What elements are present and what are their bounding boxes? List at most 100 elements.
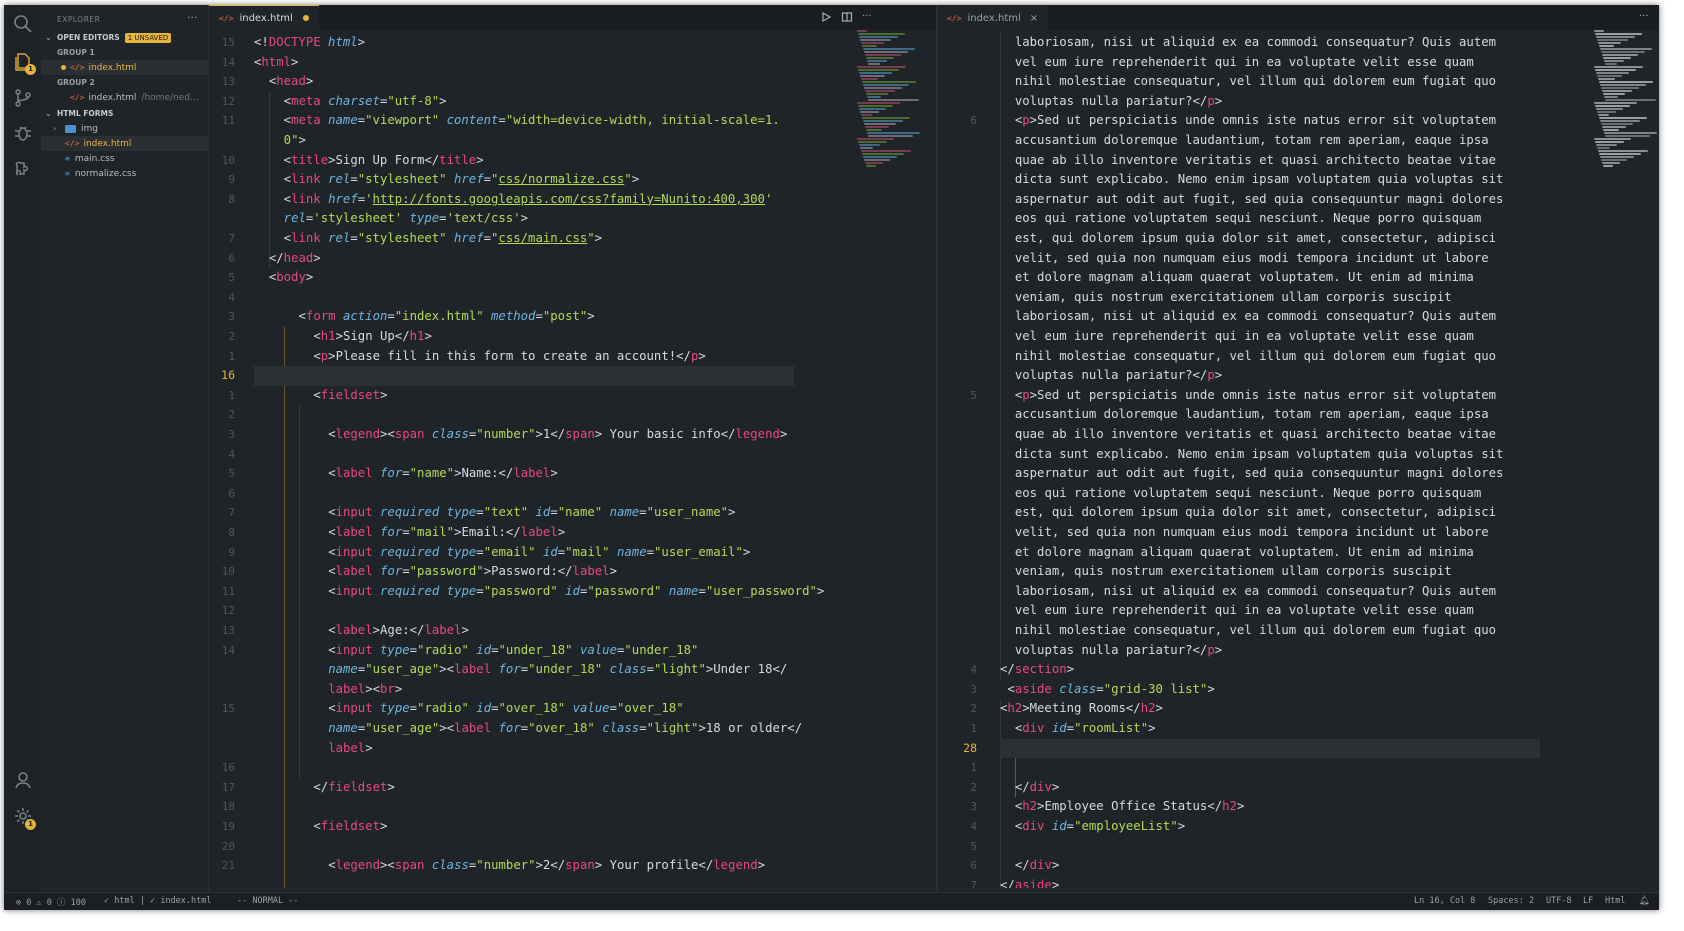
code-token: div xyxy=(1029,858,1052,873)
account-icon[interactable] xyxy=(12,769,34,791)
explorer-title: EXPLORER xyxy=(57,15,101,24)
end-of-line[interactable]: LF xyxy=(1583,896,1593,906)
code-token: > xyxy=(816,583,825,598)
code-text: est, qui dolorem ipsum quia dolor sit am… xyxy=(1015,503,1496,523)
code-text: aspernatur aut odit aut fugit, sed quia … xyxy=(1015,464,1504,484)
code-token: </ xyxy=(313,779,329,794)
code-line: 2 <h1>Sign Up</h1> xyxy=(209,327,936,347)
encoding[interactable]: UTF-8 xyxy=(1546,896,1572,906)
code-token: > xyxy=(1148,721,1156,735)
line-number: 19 xyxy=(221,820,235,833)
code-text: veniam, quis nostrum exercitationem ulla… xyxy=(1015,562,1452,582)
code-token: velit, sed quia non numquam eius modi te… xyxy=(1014,250,1489,265)
code-token: = xyxy=(402,525,410,539)
language-mode[interactable]: Html xyxy=(1605,896,1625,906)
more-actions-icon[interactable]: ··· xyxy=(862,11,872,26)
search-icon[interactable] xyxy=(12,13,34,35)
tab-index-html-left[interactable]: </> index.html xyxy=(209,5,319,30)
code-token: h1 xyxy=(320,329,336,343)
explorer-files-icon[interactable]: 1 xyxy=(12,50,36,75)
code-text: nihil molestiae consequatur, vel illum q… xyxy=(1015,72,1496,92)
code-token: = xyxy=(491,642,499,657)
code-token: class xyxy=(431,427,469,441)
code-token: span xyxy=(565,427,595,441)
code-token: < xyxy=(328,544,336,559)
code-line: name="user_age"><label for="over_18" cla… xyxy=(209,719,936,739)
explorer-more-icon[interactable]: ··· xyxy=(187,11,198,24)
extensions-icon[interactable] xyxy=(12,156,34,178)
cursor-position[interactable]: Ln 16, Col 8 xyxy=(1414,896,1475,906)
code-text: <body> xyxy=(269,268,313,288)
code-token: css/main.css xyxy=(498,231,588,245)
code-token: name xyxy=(609,505,640,520)
html-file-icon: </> xyxy=(219,13,234,23)
code-token: input xyxy=(335,505,373,520)
debug-icon[interactable] xyxy=(12,122,34,144)
code-text: </fieldset> xyxy=(313,778,394,798)
more-actions-icon[interactable]: ··· xyxy=(1639,11,1649,22)
indentation[interactable]: Spaces: 2 xyxy=(1488,896,1534,906)
code-token: "grid-30 list" xyxy=(1103,681,1208,696)
code-text: </div> xyxy=(1015,856,1059,876)
split-editor-icon[interactable] xyxy=(841,11,853,26)
code-line: 5 <p>Sed ut perspiciatis unde omnis iste … xyxy=(937,386,1659,406)
code-text: <fieldset> xyxy=(313,817,387,837)
code-line: 3 <aside class="grid-30 list"> xyxy=(937,680,1659,700)
open-editor-filename: index.html xyxy=(88,92,137,103)
problems-indicator[interactable]: ⊗ 0 ⚠ 0 ⓘ 100 xyxy=(16,896,86,908)
code-token: voluptas nulla pariatur?</ xyxy=(1014,368,1208,383)
unsaved-dot-icon[interactable] xyxy=(302,15,309,21)
tree-file-main-css[interactable]: ≡ main.css xyxy=(41,151,209,166)
status-bar: ⊗ 0 ⚠ 0 ⓘ 100 ✓ html | ✓ index.html -- N… xyxy=(4,892,1659,910)
code-token: "password" xyxy=(409,564,484,579)
code-token: = xyxy=(1066,721,1075,735)
tab-bar-left: </> index.html ··· xyxy=(209,5,936,30)
code-token: id xyxy=(1051,721,1067,735)
chevron-right-icon: › xyxy=(53,124,57,133)
code-editor-left[interactable]: 15 <!DOCTYPE html> 14 <html> 13 <head> 12 <meta… xyxy=(209,33,936,888)
code-token: = xyxy=(402,564,410,579)
tree-folder-img[interactable]: › img xyxy=(41,121,209,136)
code-token: type xyxy=(446,583,477,598)
source-control-icon[interactable] xyxy=(12,87,34,109)
code-token: "under_18" xyxy=(498,642,573,657)
code-token: > xyxy=(1155,701,1163,716)
code-token: href xyxy=(453,172,484,187)
code-token: >Age:</ xyxy=(372,623,425,637)
code-token: "under_18" xyxy=(528,662,603,677)
file-label: main.css xyxy=(74,153,115,164)
tree-file-normalize-css[interactable]: ≡ normalize.css xyxy=(41,166,209,181)
code-token: css/normalize.css xyxy=(498,172,625,187)
tree-file-index-html[interactable]: </> index.html xyxy=(41,136,209,151)
open-editor-item-group1[interactable]: </> index.html xyxy=(41,60,209,75)
code-token: "roomList" xyxy=(1074,721,1149,735)
code-line: dicta sunt explicabo. Nemo enim ipsam vo… xyxy=(937,170,1659,190)
code-token: value xyxy=(579,642,617,657)
notifications-bell-icon[interactable]: 🔔︎ xyxy=(1639,896,1650,906)
code-token: >Please fill in this form to create an a… xyxy=(328,348,691,363)
settings-gear-icon[interactable]: 1 xyxy=(12,805,36,830)
open-editors-header[interactable]: ⌄ OPEN EDITORS 1 UNSAVED xyxy=(41,30,209,45)
tab-index-html-right[interactable]: </> index.html × xyxy=(937,5,1049,30)
code-token: = xyxy=(639,505,647,520)
code-text: </section> xyxy=(1000,660,1074,680)
lang-check[interactable]: ✓ html | ✓ index.html xyxy=(104,896,212,906)
code-editor-right[interactable]: laboriosam, nisi ut aliquid ex ea commod… xyxy=(937,33,1659,888)
code-token: id xyxy=(476,701,492,716)
code-text: <input required type="text" id="name" na… xyxy=(328,503,735,523)
css-file-icon: ≡ xyxy=(65,154,70,163)
code-token: meta xyxy=(291,93,321,108)
code-token: = xyxy=(350,231,358,245)
close-icon[interactable]: × xyxy=(1030,13,1038,24)
open-editor-item-group2[interactable]: </> index.html /home/ned… xyxy=(41,90,209,105)
project-header[interactable]: ⌄ HTML FORMS xyxy=(41,106,209,121)
code-text: label> xyxy=(328,739,372,759)
code-token: form xyxy=(305,309,336,324)
code-token: accusantium doloremque laudantium, totam… xyxy=(1014,133,1489,147)
code-token: id xyxy=(542,544,558,559)
run-icon[interactable] xyxy=(820,11,832,26)
code-text: nihil molestiae consequatur, vel illum q… xyxy=(1015,621,1496,641)
code-token: name xyxy=(328,113,358,128)
